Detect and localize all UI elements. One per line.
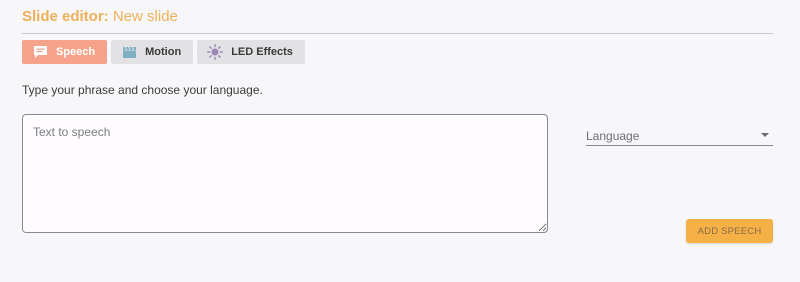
language-select-label: Language xyxy=(586,129,640,143)
tab-motion[interactable]: Motion xyxy=(111,40,194,64)
slide-editor: Slide editor: New slide Speech Motion LE… xyxy=(22,0,773,282)
clapperboard-icon xyxy=(121,44,137,60)
text-to-speech-input[interactable] xyxy=(23,115,547,232)
tab-led-effects-label: LED Effects xyxy=(231,46,293,58)
title-prefix: Slide editor: xyxy=(22,8,109,25)
dropdown-arrow-icon xyxy=(761,133,769,137)
title-divider xyxy=(22,33,773,34)
tab-speech-label: Speech xyxy=(56,46,96,58)
speech-bubble-icon xyxy=(32,44,48,60)
slide-name: New slide xyxy=(112,8,178,25)
tab-motion-label: Motion xyxy=(145,46,182,58)
add-speech-button[interactable]: ADD SPEECH xyxy=(686,219,773,243)
sun-icon xyxy=(207,44,224,60)
page-title: Slide editor: New slide xyxy=(22,8,178,25)
text-to-speech-field-wrapper xyxy=(22,114,548,233)
tab-led-effects[interactable]: LED Effects xyxy=(197,40,305,64)
speech-instruction: Type your phrase and choose your languag… xyxy=(22,83,263,97)
language-select[interactable]: Language xyxy=(586,124,773,146)
editor-tabs: Speech Motion LED Effects xyxy=(22,40,305,64)
tab-speech[interactable]: Speech xyxy=(22,40,108,64)
